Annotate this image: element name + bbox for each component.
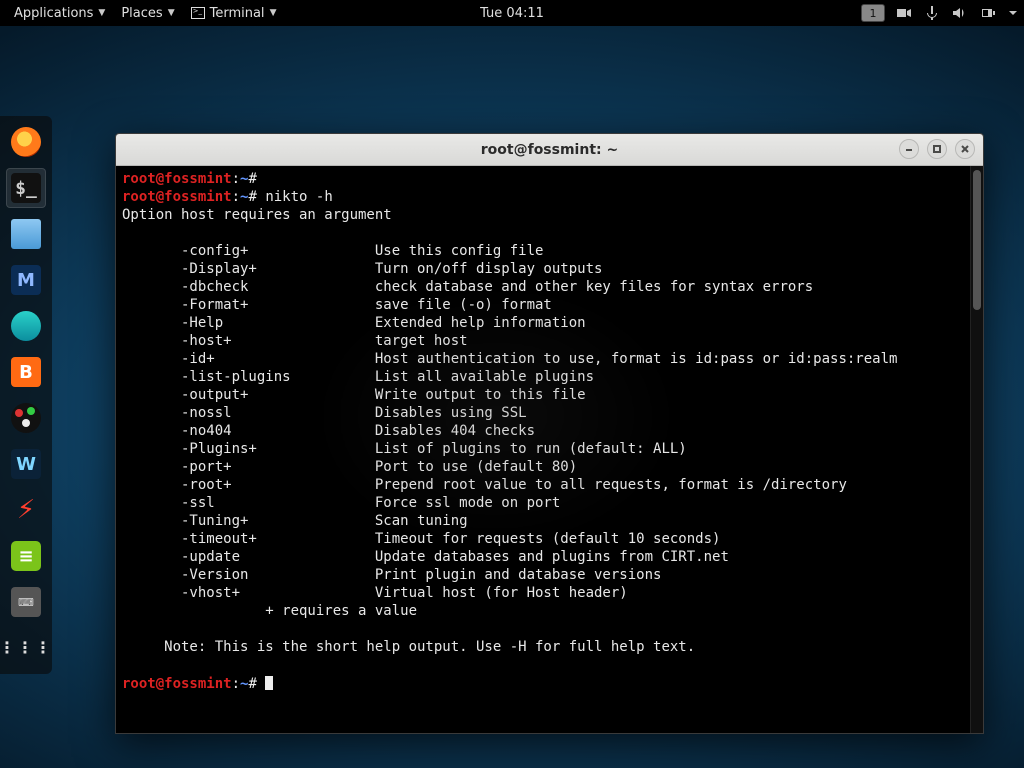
menu-places-label: Places — [121, 6, 162, 21]
microphone-icon[interactable] — [924, 5, 940, 21]
menu-terminal[interactable]: Terminal ▼ — [183, 0, 285, 26]
terminal-output: root@fossmint:~# root@fossmint:~# nikto … — [116, 166, 970, 733]
menu-terminal-label: Terminal — [210, 6, 265, 21]
window-maximize-button[interactable] — [927, 139, 947, 159]
top-panel: Applications ▼ Places ▼ Terminal ▼ Tue 0… — [0, 0, 1024, 26]
dock: $_ M B W ⚡ ≡ ⌨ ⋮⋮⋮ — [0, 116, 52, 674]
burpsuite-icon: B — [11, 357, 41, 387]
dock-obs[interactable] — [6, 398, 46, 438]
chevron-down-icon: ▼ — [168, 8, 175, 18]
window-minimize-button[interactable] — [899, 139, 919, 159]
scrollbar-thumb[interactable] — [973, 170, 981, 310]
metasploit-icon: M — [11, 265, 41, 295]
grid-icon: ⋮⋮⋮ — [11, 633, 41, 663]
dock-app-anime[interactable] — [6, 306, 46, 346]
terminal-scrollbar[interactable] — [970, 166, 983, 733]
dock-metasploit[interactable]: M — [6, 260, 46, 300]
volume-icon[interactable] — [952, 5, 968, 21]
dock-burpsuite[interactable]: B — [6, 352, 46, 392]
chevron-down-icon: ▼ — [270, 8, 277, 18]
clock-label: Tue 04:11 — [480, 6, 544, 21]
menu-applications-label: Applications — [14, 6, 93, 21]
firefox-icon — [11, 127, 41, 157]
editor-icon: ≡ — [11, 541, 41, 571]
window-controls — [899, 139, 975, 159]
app-icon — [11, 311, 41, 341]
window-close-button[interactable] — [955, 139, 975, 159]
keyboard-icon: ⌨ — [11, 587, 41, 617]
dock-editor[interactable]: ≡ — [6, 536, 46, 576]
wireshark-icon: W — [11, 449, 41, 479]
obs-icon — [11, 403, 41, 433]
menu-applications[interactable]: Applications ▼ — [6, 0, 113, 26]
terminal-body[interactable]: root@fossmint:~# root@fossmint:~# nikto … — [116, 166, 983, 733]
dock-show-applications[interactable]: ⋮⋮⋮ — [6, 628, 46, 668]
window-title: root@fossmint: ~ — [481, 142, 618, 158]
dock-firefox[interactable] — [6, 122, 46, 162]
video-recording-icon[interactable] — [896, 5, 912, 21]
dock-terminal[interactable]: $_ — [6, 168, 46, 208]
app-icon: ⚡ — [11, 495, 41, 525]
dock-onscreen-keyboard[interactable]: ⌨ — [6, 582, 46, 622]
folder-icon — [11, 219, 41, 249]
window-titlebar[interactable]: root@fossmint: ~ — [116, 134, 983, 166]
dock-app-red[interactable]: ⚡ — [6, 490, 46, 530]
system-tray: 1 — [862, 5, 1018, 21]
chevron-down-icon: ▼ — [98, 8, 105, 18]
dock-files[interactable] — [6, 214, 46, 254]
chevron-down-icon[interactable] — [1008, 5, 1018, 21]
workspace-indicator[interactable]: 1 — [862, 5, 884, 21]
workspace-number: 1 — [870, 7, 877, 20]
terminal-window: root@fossmint: ~ root@fossmint:~# root@f… — [115, 133, 984, 734]
battery-icon[interactable] — [980, 5, 996, 21]
terminal-icon — [191, 7, 205, 19]
terminal-icon: $_ — [11, 173, 41, 203]
menu-places[interactable]: Places ▼ — [113, 0, 182, 26]
dock-wireshark[interactable]: W — [6, 444, 46, 484]
clock[interactable]: Tue 04:11 — [480, 6, 544, 21]
